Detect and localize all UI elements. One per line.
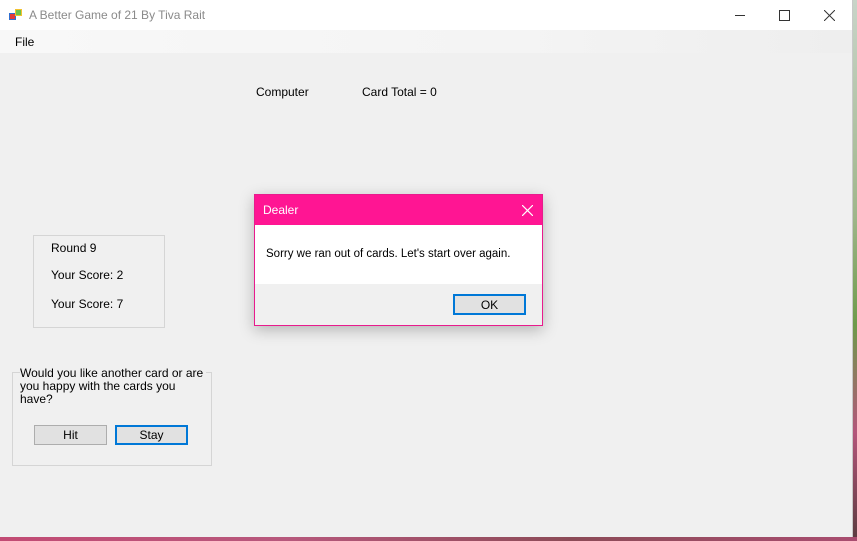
dialog-title: Dealer <box>263 203 299 217</box>
card-total-label: Card Total = 0 <box>362 85 437 99</box>
round-label: Round 9 <box>51 241 97 255</box>
ok-button[interactable]: OK <box>453 294 526 315</box>
player-score-label: Your Score: 2 <box>51 268 124 282</box>
hit-button[interactable]: Hit <box>34 425 107 445</box>
dialog-footer: OK <box>255 284 542 325</box>
dealer-dialog: Dealer Sorry we ran out of cards. Let's … <box>254 194 543 326</box>
minimize-icon <box>734 14 745 16</box>
menu-file[interactable]: File <box>15 35 34 49</box>
minimize-button[interactable] <box>717 0 763 30</box>
computer-label: Computer <box>256 85 309 99</box>
action-group: Would you like another card or are you h… <box>12 367 212 466</box>
question-label: Would you like another card or are you h… <box>20 367 206 406</box>
title-bar[interactable]: A Better Game of 21 By Tiva Rait <box>0 0 852 30</box>
scoreboard-group: Round 9 Your Score: 2 Your Score: 7 <box>33 235 165 328</box>
stay-button[interactable]: Stay <box>115 425 188 445</box>
dialog-title-bar[interactable]: Dealer <box>255 195 542 225</box>
main-window: A Better Game of 21 By Tiva Rait File Co… <box>0 0 853 537</box>
window-title: A Better Game of 21 By Tiva Rait <box>29 8 206 22</box>
close-button[interactable] <box>806 0 852 30</box>
maximize-button[interactable] <box>761 0 807 30</box>
app-icon <box>9 9 22 20</box>
close-icon <box>521 204 533 216</box>
desktop-background-bottom <box>0 537 857 541</box>
menu-bar: File <box>0 30 852 53</box>
dialog-message: Sorry we ran out of cards. Let's start o… <box>266 248 511 260</box>
close-icon <box>823 9 835 21</box>
dialog-close-button[interactable] <box>512 195 542 225</box>
second-score-label: Your Score: 7 <box>51 297 124 311</box>
maximize-icon <box>778 9 790 21</box>
